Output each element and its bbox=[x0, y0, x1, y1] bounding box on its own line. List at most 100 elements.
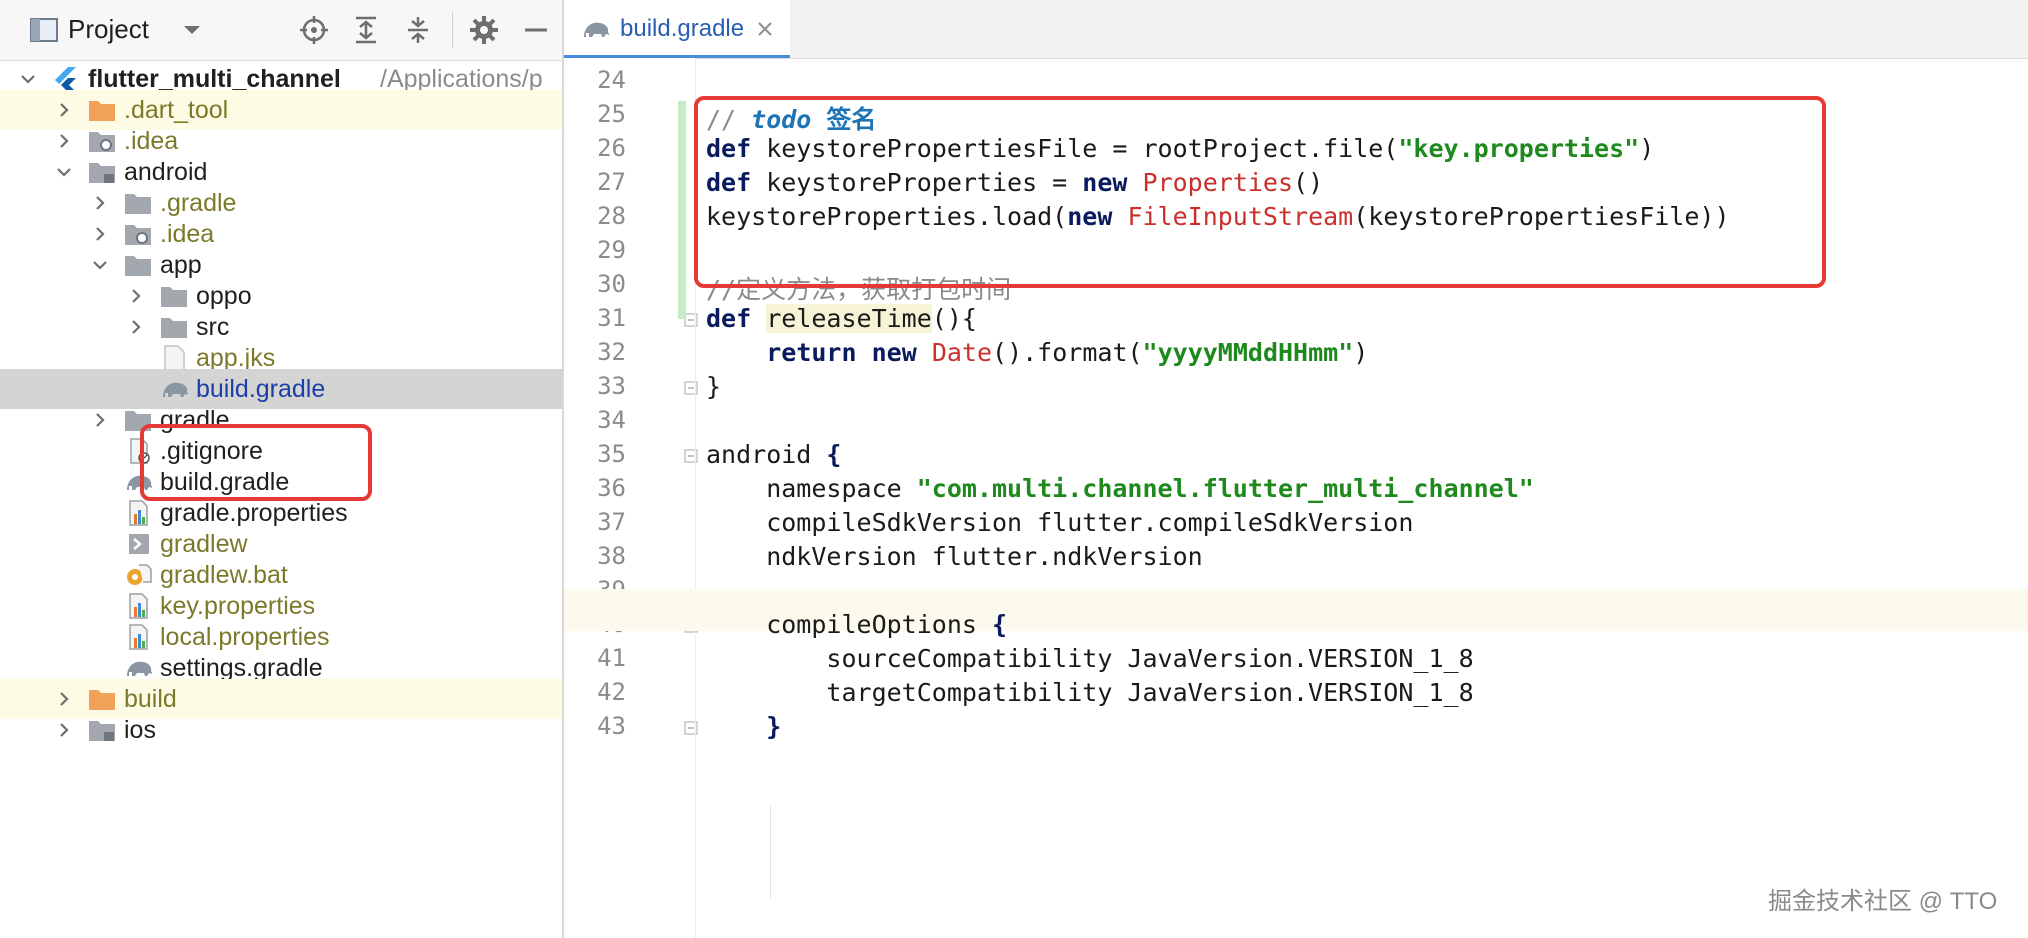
expand-all-icon[interactable] bbox=[350, 14, 382, 46]
toolbar-separator bbox=[452, 12, 453, 48]
code-line[interactable]: targetCompatibility JavaVersion.VERSION_… bbox=[706, 678, 1474, 707]
code-token: } bbox=[706, 372, 722, 401]
close-icon[interactable] bbox=[756, 20, 774, 38]
code-line[interactable]: compileOptions { bbox=[706, 610, 1007, 639]
indent-guide bbox=[770, 806, 771, 898]
gradle-elephant-icon bbox=[124, 655, 153, 681]
tab-label: build.gradle bbox=[620, 15, 745, 42]
line-number: 34 bbox=[597, 406, 626, 434]
line-number: 43 bbox=[597, 712, 626, 740]
tab-build-gradle[interactable]: build.gradle bbox=[564, 0, 790, 58]
gradle-elephant-icon bbox=[160, 376, 189, 402]
editor-tab-bar: build.gradle bbox=[564, 0, 2028, 59]
chevron-right-icon[interactable] bbox=[54, 689, 74, 709]
folder-icon bbox=[124, 190, 152, 216]
line-number: 35 bbox=[597, 440, 626, 468]
editor-gutter: 2425262728293031323334353637383940414243 bbox=[564, 58, 698, 938]
code-token: compileSdkVersion flutter.compileSdkVers… bbox=[706, 508, 1414, 537]
chevron-right-icon[interactable] bbox=[126, 286, 146, 306]
code-token: def bbox=[706, 304, 752, 333]
properties-file-icon bbox=[124, 593, 152, 619]
line-number: 27 bbox=[597, 168, 626, 196]
collapse-all-icon[interactable] bbox=[402, 14, 434, 46]
line-number: 33 bbox=[597, 372, 626, 400]
script-file-icon bbox=[124, 531, 152, 557]
line-number: 28 bbox=[597, 202, 626, 230]
line-number: 41 bbox=[597, 644, 626, 672]
gear-icon[interactable] bbox=[468, 14, 500, 46]
module-folder-icon bbox=[88, 159, 116, 185]
folder-icon bbox=[160, 283, 188, 309]
line-number: 32 bbox=[597, 338, 626, 366]
code-token: namespace bbox=[706, 474, 917, 503]
line-number: 26 bbox=[597, 134, 626, 162]
annotation-box-code bbox=[694, 96, 1826, 288]
chevron-down-icon[interactable] bbox=[176, 14, 208, 46]
locate-target-icon[interactable] bbox=[298, 14, 330, 46]
chevron-right-icon[interactable] bbox=[126, 317, 146, 337]
code-token: ) bbox=[1353, 338, 1369, 367]
chevron-right-icon[interactable] bbox=[54, 720, 74, 740]
code-token: new bbox=[871, 338, 917, 367]
config-folder-icon bbox=[124, 221, 152, 247]
chevron-right-icon[interactable] bbox=[90, 224, 110, 244]
module-folder-icon bbox=[88, 717, 116, 743]
properties-file-icon bbox=[124, 500, 152, 526]
bat-gear-file-icon bbox=[124, 562, 152, 588]
line-number: 31 bbox=[597, 304, 626, 332]
code-line[interactable]: android { bbox=[706, 440, 841, 469]
code-line[interactable]: } bbox=[706, 372, 721, 401]
code-line[interactable]: def releaseTime(){ bbox=[706, 304, 977, 333]
properties-file-icon bbox=[124, 624, 152, 650]
folder-icon bbox=[160, 314, 188, 340]
chevron-right-icon[interactable] bbox=[54, 131, 74, 151]
annotation-box-files bbox=[140, 424, 372, 501]
chevron-down-icon[interactable] bbox=[90, 255, 110, 275]
code-token: "com.multi.channel.flutter_multi_channel… bbox=[916, 474, 1534, 503]
code-line[interactable]: return new Date().format("yyyyMMddHHmm") bbox=[706, 338, 1368, 367]
gradle-elephant-icon bbox=[584, 22, 610, 37]
code-token: ().format( bbox=[992, 338, 1143, 367]
code-token: { bbox=[826, 440, 842, 469]
line-number: 30 bbox=[597, 270, 626, 298]
editor-area: build.gradle 24 25 26 27 28 29 30 31 32 33 34 35 36 3… bbox=[564, 0, 2028, 938]
project-view-title[interactable]: Project bbox=[68, 14, 149, 45]
code-token: } bbox=[766, 712, 782, 741]
tree-item-label: ios bbox=[124, 716, 156, 744]
code-line[interactable]: ndkVersion flutter.ndkVersion bbox=[706, 542, 1203, 571]
vcs-change-marker bbox=[678, 101, 686, 319]
code-line[interactable]: compileSdkVersion flutter.compileSdkVers… bbox=[706, 508, 1413, 537]
code-token: compileOptions bbox=[706, 610, 992, 639]
tree-item-ios[interactable]: ios bbox=[0, 710, 562, 750]
code-line[interactable]: namespace "com.multi.channel.flutter_mul… bbox=[706, 474, 1534, 503]
orange-folder-icon bbox=[88, 686, 116, 712]
project-panel-header: Project bbox=[0, 0, 562, 61]
line-number: 25 bbox=[597, 100, 626, 128]
hide-panel-icon[interactable] bbox=[520, 14, 552, 46]
orange-folder-icon bbox=[88, 97, 116, 123]
line-number: 24 bbox=[597, 66, 626, 94]
chevron-down-icon[interactable] bbox=[18, 69, 38, 89]
project-view-icon[interactable] bbox=[28, 14, 60, 46]
chevron-right-icon[interactable] bbox=[54, 100, 74, 120]
chevron-right-icon[interactable] bbox=[90, 193, 110, 213]
code-token: ndkVersion flutter.ndkVersion bbox=[706, 542, 1203, 571]
watermark: 掘金技术社区 @ TTO bbox=[1768, 888, 1998, 915]
chevron-right-icon[interactable] bbox=[90, 410, 110, 430]
code-line[interactable]: } bbox=[706, 712, 781, 741]
chevron-down-icon[interactable] bbox=[54, 162, 74, 182]
line-number: 36 bbox=[597, 474, 626, 502]
code-line[interactable]: sourceCompatibility JavaVersion.VERSION_… bbox=[706, 644, 1473, 673]
code-token: releaseTime bbox=[766, 304, 932, 333]
line-number: 42 bbox=[597, 678, 626, 706]
code-token: Date bbox=[931, 338, 993, 367]
code-token: android bbox=[706, 440, 827, 469]
code-token: targetCompatibility JavaVersion.VERSION_… bbox=[706, 678, 1474, 707]
folder-icon bbox=[124, 252, 152, 278]
code-token: { bbox=[991, 610, 1008, 639]
config-folder-icon bbox=[88, 128, 116, 154]
